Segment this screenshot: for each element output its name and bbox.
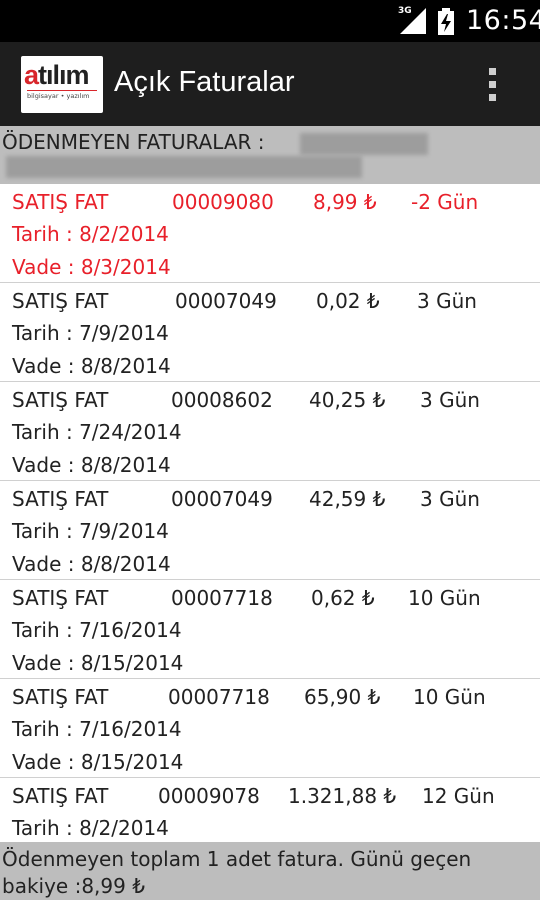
invoice-type: SATIŞ FAT [12,586,109,610]
invoice-due-date: Vade : 8/8/2014 [12,354,171,378]
invoice-list[interactable]: SATIŞ FAT 00009080 8,99 ₺ -2 Gün Tarih :… [0,184,540,842]
invoice-date: Tarih : 8/2/2014 [12,222,169,246]
status-bar: 3G 16:54 [0,0,540,42]
invoice-number: 00007049 [175,289,277,313]
invoice-days: 10 Gün [408,586,481,610]
action-bar: atılım bilgisayar • yazılım Açık Fatural… [0,42,540,126]
invoice-due-date: Vade : 8/8/2014 [12,552,171,576]
logo-tagline: bilgisayar • yazılım [27,92,90,100]
invoice-amount: 0,62 ₺ [311,586,375,610]
logo-wordmark: atılım [24,60,90,90]
invoice-row[interactable]: SATIŞ FAT 00007049 0,02 ₺ 3 Gün Tarih : … [0,283,540,382]
invoice-row[interactable]: SATIŞ FAT 00007718 0,62 ₺ 10 Gün Tarih :… [0,580,540,679]
invoice-due-date: Vade : 8/3/2014 [12,255,171,279]
invoice-date: Tarih : 7/24/2014 [12,420,182,444]
app-logo[interactable]: atılım bilgisayar • yazılım [21,56,103,113]
invoice-days: 3 Gün [420,388,480,412]
invoice-days: -2 Gün [411,190,479,214]
invoice-amount: 1.321,88 ₺ [288,784,397,808]
invoice-due-date: Vade : 8/8/2014 [12,453,171,477]
invoice-number: 00009078 [158,784,260,808]
menu-dot [488,80,496,88]
invoice-row[interactable]: SATIŞ FAT 00009080 8,99 ₺ -2 Gün Tarih :… [0,184,540,283]
summary-text: Ödenmeyen toplam 1 adet fatura. Günü geç… [2,847,472,898]
invoice-type: SATIŞ FAT [12,487,109,511]
overflow-menu-icon[interactable] [478,62,506,106]
clock: 16:54 [466,5,540,36]
invoice-row[interactable]: SATIŞ FAT 00009078 1.321,88 ₺ 12 Gün Tar… [0,778,540,842]
invoice-row[interactable]: SATIŞ FAT 00008602 40,25 ₺ 3 Gün Tarih :… [0,382,540,481]
invoice-due-date: Vade : 8/15/2014 [12,651,184,675]
summary-footer: Ödenmeyen toplam 1 adet fatura. Günü geç… [0,842,540,900]
invoice-date: Tarih : 8/2/2014 [12,816,169,840]
invoice-number: 00008602 [171,388,273,412]
menu-dot [488,67,496,75]
invoice-date: Tarih : 7/9/2014 [12,321,169,345]
invoice-number: 00007718 [168,685,270,709]
invoice-type: SATIŞ FAT [12,289,109,313]
invoice-due-date: Vade : 8/15/2014 [12,750,184,774]
invoice-type: SATIŞ FAT [12,190,109,214]
invoice-amount: 0,02 ₺ [316,289,380,313]
invoice-amount: 42,59 ₺ [309,487,386,511]
redacted-customer-name [6,156,362,178]
invoice-amount: 40,25 ₺ [309,388,386,412]
invoice-row[interactable]: SATIŞ FAT 00007049 42,59 ₺ 3 Gün Tarih :… [0,481,540,580]
invoice-number: 00007718 [171,586,273,610]
invoice-row[interactable]: SATIŞ FAT 00007718 65,90 ₺ 10 Gün Tarih … [0,679,540,778]
invoice-days: 3 Gün [420,487,480,511]
invoice-date: Tarih : 7/16/2014 [12,618,182,642]
invoice-days: 12 Gün [422,784,495,808]
invoice-number: 00007049 [171,487,273,511]
invoice-type: SATIŞ FAT [12,388,109,412]
redacted-customer-code [300,133,428,155]
invoice-date: Tarih : 7/9/2014 [12,519,169,543]
menu-dot [488,93,496,101]
invoice-date: Tarih : 7/16/2014 [12,717,182,741]
logo-divider [27,90,97,91]
page-title: Açık Faturalar [114,66,295,98]
invoice-amount: 8,99 ₺ [313,190,377,214]
invoice-type: SATIŞ FAT [12,685,109,709]
invoice-number: 00009080 [172,190,274,214]
logo-wordmark-rest: tılım [38,60,90,90]
unpaid-invoices-header: ÖDENMEYEN FATURALAR : [0,126,540,184]
battery-charging-icon [438,8,454,35]
invoice-type: SATIŞ FAT [12,784,109,808]
header-label: ÖDENMEYEN FATURALAR : [2,130,265,154]
invoice-days: 3 Gün [417,289,477,313]
invoice-days: 10 Gün [413,685,486,709]
signal-icon [400,8,426,34]
invoice-amount: 65,90 ₺ [304,685,381,709]
